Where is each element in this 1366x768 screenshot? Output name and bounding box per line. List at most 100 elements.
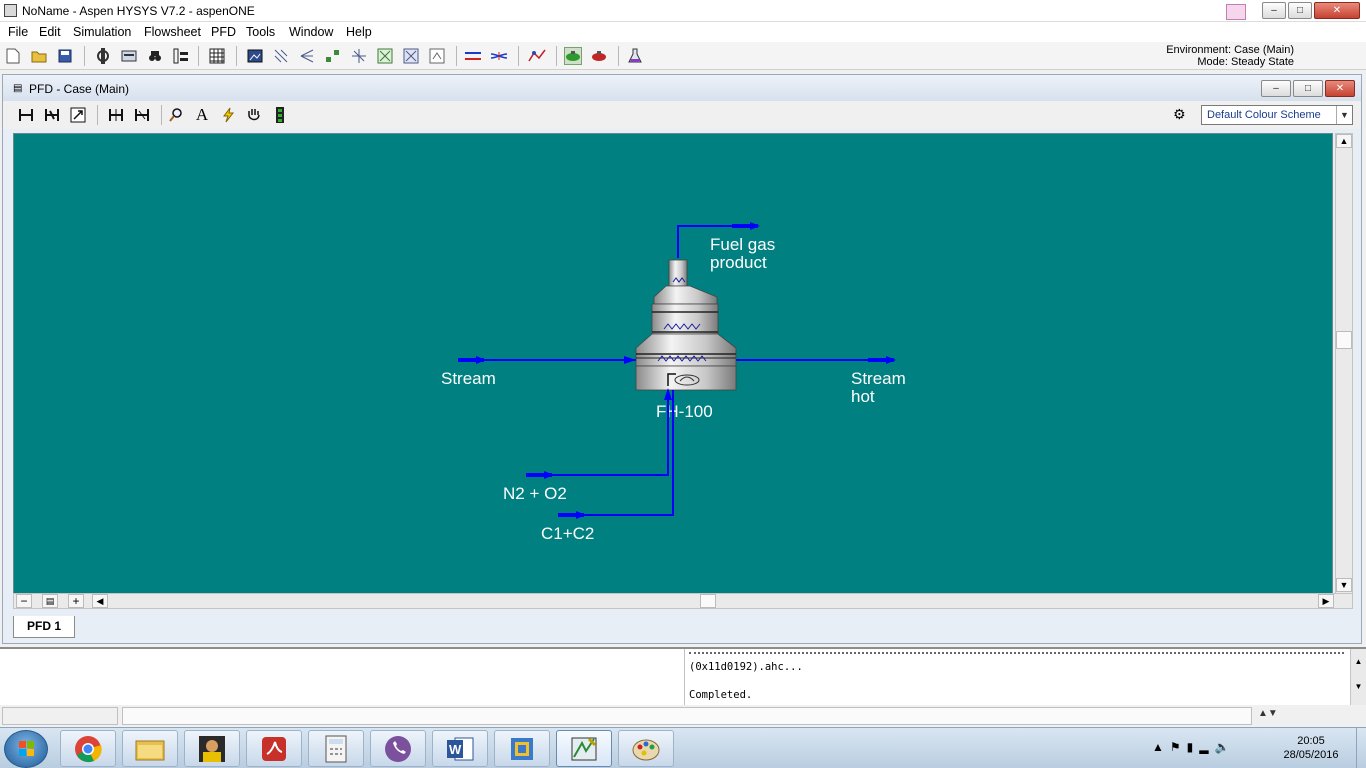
zoom-fit-icon[interactable]: ▤: [42, 594, 58, 608]
log-scroll-down-icon[interactable]: ▼: [1351, 682, 1366, 691]
object-icon[interactable]: [376, 47, 394, 65]
pfd-toolbar: A ⚙ Default Colour Scheme ▼: [3, 101, 1361, 129]
menu-simulation[interactable]: Simulation: [73, 25, 131, 39]
status-cell: [2, 707, 118, 725]
minimize-button[interactable]: –: [1262, 2, 1286, 19]
log-truncated-line: [689, 652, 1344, 658]
menu-tools[interactable]: Tools: [246, 25, 275, 39]
fluid-package-icon[interactable]: [120, 47, 138, 65]
menu-window[interactable]: Window: [289, 25, 333, 39]
pdf-reader-taskbar-icon[interactable]: [246, 730, 302, 767]
scroll-down-arrow-icon[interactable]: ▼: [1336, 578, 1352, 592]
material-stream-icon[interactable]: [464, 47, 482, 65]
taskbar-clock[interactable]: 20:05 28/05/2016: [1276, 734, 1346, 762]
solver-hold-icon[interactable]: [590, 47, 608, 65]
mode-label: Mode: Steady State: [1197, 56, 1294, 68]
calculator-icon[interactable]: [272, 47, 290, 65]
open-icon[interactable]: [30, 47, 48, 65]
horizontal-scrollbar[interactable]: − ▤ + ◀ ▶: [13, 593, 1353, 609]
tray-expand-icon[interactable]: ▲: [1152, 740, 1170, 754]
maximize-button[interactable]: □: [1288, 2, 1312, 19]
show-desktop-button[interactable]: [1356, 728, 1366, 768]
colour-scheme-select[interactable]: Default Colour Scheme ▼: [1201, 105, 1353, 125]
battery-icon[interactable]: ▮: [1187, 740, 1200, 754]
message-panel: (0x11d0192).ahc... Completed. ▲ ▼: [0, 647, 1366, 705]
log-scrollbar[interactable]: ▲ ▼: [1350, 649, 1366, 705]
aspen-taskbar-icon[interactable]: [556, 730, 612, 767]
hysys-taskbar-icon[interactable]: [494, 730, 550, 767]
fired-heater-fh-100[interactable]: [635, 259, 737, 391]
viber-taskbar-icon[interactable]: [370, 730, 426, 767]
trace-log: (0x11d0192).ahc... Completed.: [684, 649, 1348, 705]
system-tray: ▲⚑▮▂🔈: [1152, 740, 1235, 754]
lightning-icon[interactable]: [219, 106, 237, 124]
grid-icon[interactable]: [324, 47, 342, 65]
scroll-right-arrow-icon[interactable]: ▶: [1318, 594, 1334, 608]
log-scroll-up-icon[interactable]: ▲: [1351, 657, 1366, 666]
stream-hot[interactable]: [736, 356, 896, 364]
status-arrows-icon[interactable]: ▲▼: [1258, 708, 1298, 724]
menu-flowsheet[interactable]: Flowsheet: [144, 25, 201, 39]
break-connection-icon[interactable]: [133, 106, 151, 124]
scroll-left-arrow-icon[interactable]: ◀: [92, 594, 108, 608]
zoom-in-icon[interactable]: +: [68, 594, 84, 608]
solver-active-icon[interactable]: [564, 47, 582, 65]
horizontal-scroll-thumb[interactable]: [700, 594, 716, 608]
spreadsheet-icon[interactable]: [208, 47, 226, 65]
menu-file[interactable]: File: [8, 25, 28, 39]
word-taskbar-icon[interactable]: W: [432, 730, 488, 767]
signal-icon[interactable]: ▂: [1199, 740, 1214, 754]
scheme-settings-icon[interactable]: ⚙: [1173, 106, 1186, 123]
stream-feed[interactable]: [458, 356, 640, 364]
flow-icon[interactable]: [428, 47, 446, 65]
menu-help[interactable]: Help: [346, 25, 372, 39]
pfd-maximize-button[interactable]: □: [1293, 80, 1323, 97]
volume-icon[interactable]: 🔈: [1215, 740, 1236, 754]
move-mode-icon[interactable]: [43, 106, 61, 124]
stream-icon[interactable]: [402, 47, 420, 65]
vertical-scroll-thumb[interactable]: [1336, 331, 1352, 349]
table-icon[interactable]: [350, 47, 368, 65]
close-button[interactable]: ✕: [1314, 2, 1360, 19]
pfd-close-button[interactable]: ✕: [1325, 80, 1355, 97]
scroll-up-arrow-icon[interactable]: ▲: [1336, 134, 1352, 148]
pfd-title-bar: ▤ PFD - Case (Main) – □ ✕: [3, 75, 1361, 101]
add-text-icon[interactable]: A: [193, 105, 211, 124]
clock-date: 28/05/2016: [1283, 749, 1339, 761]
flask-icon[interactable]: [626, 47, 644, 65]
pan-hand-icon[interactable]: [245, 106, 263, 124]
colour-legend-icon[interactable]: [271, 106, 289, 124]
workbook-icon[interactable]: [172, 47, 190, 65]
binoculars-icon[interactable]: [146, 47, 164, 65]
pfd-window-icon: ▤: [13, 83, 23, 94]
calculator-taskbar-icon[interactable]: [308, 730, 364, 767]
case-study-icon[interactable]: [528, 47, 546, 65]
window-title: NoName - Aspen HYSYS V7.2 - aspenONE: [22, 4, 255, 18]
zoom-all-icon[interactable]: [69, 106, 87, 124]
stream-n2-o2[interactable]: [526, 388, 672, 479]
zoom-out-icon[interactable]: −: [16, 594, 32, 608]
size-mode-icon[interactable]: [17, 106, 35, 124]
explorer-taskbar-icon[interactable]: [122, 730, 178, 767]
chrome-taskbar-icon[interactable]: [60, 730, 116, 767]
chevron-down-icon[interactable]: ▼: [1336, 106, 1352, 124]
media-taskbar-icon[interactable]: [184, 730, 240, 767]
paint-taskbar-icon[interactable]: [618, 730, 674, 767]
menu-pfd[interactable]: PFD: [211, 25, 236, 39]
tab-pfd-1[interactable]: PFD 1: [13, 616, 75, 638]
pfd-canvas[interactable]: Stream Fuel gas product Stream hot FH-10…: [13, 133, 1333, 594]
zoom-icon[interactable]: [167, 106, 185, 124]
component-icon[interactable]: [94, 47, 112, 65]
energy-stream-icon[interactable]: [490, 47, 508, 65]
vertical-scrollbar[interactable]: ▲ ▼: [1335, 133, 1353, 594]
snapshot-icon[interactable]: [246, 47, 264, 65]
menu-edit[interactable]: Edit: [39, 25, 61, 39]
new-icon[interactable]: [4, 47, 22, 65]
start-button[interactable]: [4, 730, 48, 768]
tree-icon[interactable]: [298, 47, 316, 65]
save-icon[interactable]: [56, 47, 74, 65]
pfd-minimize-button[interactable]: –: [1261, 80, 1291, 97]
attach-mode-icon[interactable]: [107, 106, 125, 124]
action-center-flag-icon[interactable]: ⚑: [1170, 740, 1187, 754]
environment-info: Environment: Case (Main) Mode: Steady St…: [1166, 44, 1294, 68]
